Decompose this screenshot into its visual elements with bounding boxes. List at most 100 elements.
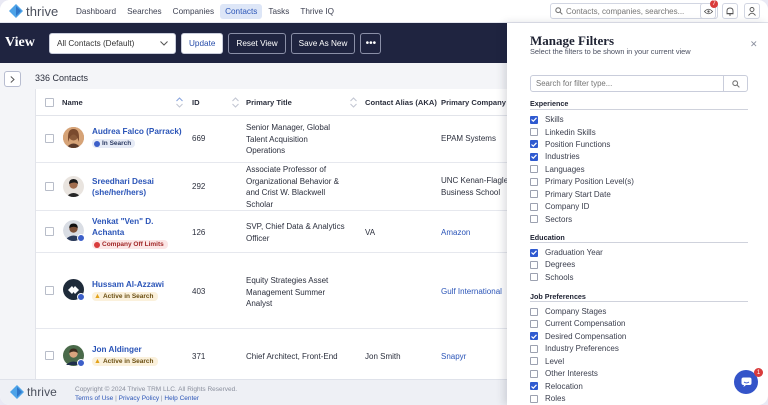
update-button[interactable]: Update (181, 32, 224, 54)
filter-option[interactable]: Company ID (530, 201, 589, 212)
contact-name-link[interactable]: Audrea Falco (Parrack) (92, 126, 187, 137)
more-options-button[interactable]: ••• (360, 32, 382, 54)
filter-option[interactable]: Skills (530, 114, 564, 125)
contact-name-link[interactable]: Jon Aldinger (92, 344, 187, 355)
reset-view-button[interactable]: Reset View (228, 32, 286, 54)
select-all-checkbox[interactable] (45, 89, 54, 116)
column-primary-company[interactable]: Primary Company (441, 89, 506, 116)
contact-name-cell: Sreedhari Desai (she/her/hers) (92, 176, 187, 198)
brand-logo[interactable]: thrive (9, 4, 67, 19)
row-checkbox[interactable] (45, 134, 54, 143)
filter-checkbox[interactable] (530, 357, 538, 366)
filter-checkbox[interactable] (530, 165, 538, 174)
table-row[interactable]: Hussam Al-Azzawi ▲ Active in Search 403 E… (36, 253, 507, 329)
row-checkbox[interactable] (45, 182, 54, 191)
filter-search-button[interactable] (723, 76, 747, 91)
contact-name-link[interactable]: Hussam Al-Azzawi (92, 279, 187, 290)
filter-option[interactable]: Roles (530, 393, 565, 404)
filter-search[interactable] (530, 75, 748, 92)
alerts-button[interactable] (722, 3, 738, 19)
filter-option[interactable]: Company Stages (530, 306, 606, 317)
column-id[interactable]: ID (192, 89, 200, 116)
table-row[interactable]: Jon Aldinger ▲ Active in Search 371 Chief… (36, 329, 507, 379)
filter-option[interactable]: Graduation Year (530, 247, 603, 258)
filter-option[interactable]: Schools (530, 272, 573, 283)
filter-option[interactable]: Degrees (530, 259, 575, 270)
nav-searches[interactable]: Searches (122, 4, 167, 19)
nav-dashboard[interactable]: Dashboard (71, 4, 121, 19)
filter-option[interactable]: Primary Position Level(s) (530, 176, 634, 187)
row-checkbox[interactable] (45, 227, 54, 236)
nav-companies[interactable]: Companies (168, 4, 219, 19)
nav-contacts[interactable]: Contacts (220, 3, 263, 19)
filter-checkbox[interactable] (530, 273, 538, 282)
filter-checkbox[interactable] (530, 190, 538, 199)
filter-option[interactable]: Desired Compensation (530, 331, 626, 342)
avatar (63, 279, 85, 301)
contact-company-link[interactable]: Snapyr (441, 351, 466, 363)
user-menu-button[interactable] (744, 3, 760, 19)
filter-option[interactable]: Linkedin Skills (530, 127, 596, 138)
column-contact-alias[interactable]: Contact Alias (AKA) (365, 89, 437, 116)
filter-checkbox[interactable] (530, 115, 538, 124)
global-search[interactable] (550, 3, 718, 19)
filter-checkbox[interactable] (530, 140, 538, 149)
filter-checkbox[interactable] (530, 248, 538, 257)
table-row[interactable]: Audrea Falco (Parrack) In Search 669 Sen… (36, 116, 507, 163)
filter-checkbox[interactable] (530, 382, 538, 391)
filter-search-input[interactable] (531, 76, 723, 91)
column-primary-title[interactable]: Primary Title (246, 89, 292, 116)
filter-checkbox[interactable] (530, 369, 538, 378)
filter-checkbox[interactable] (530, 128, 538, 136)
filter-option[interactable]: Industry Preferences (530, 343, 619, 354)
sort-icon[interactable] (232, 97, 239, 108)
filter-checkbox[interactable] (530, 215, 538, 224)
contact-company[interactable]: EPAM Systems (441, 133, 507, 145)
contact-company[interactable]: UNC Kenan-Flagle Business School (441, 175, 507, 199)
filter-option[interactable]: Primary Start Date (530, 189, 611, 200)
contact-company-link[interactable]: Amazon (441, 227, 470, 239)
column-name[interactable]: Name (62, 89, 83, 116)
filter-option[interactable]: Sectors (530, 214, 572, 225)
filter-option[interactable]: Level (530, 356, 564, 367)
chevron-right-icon (10, 75, 15, 83)
notifications-button[interactable]: 7 (700, 0, 718, 19)
contact-name-link[interactable]: Sreedhari Desai (she/her/hers) (92, 176, 187, 198)
table-row[interactable]: Venkat "Ven" D. Achanta Company Off Limi… (36, 211, 507, 253)
filter-option[interactable]: Languages (530, 164, 585, 175)
terms-link[interactable]: Terms of Use (75, 395, 113, 402)
filter-option[interactable]: Industries (530, 151, 580, 162)
save-as-new-button[interactable]: Save As New (290, 32, 356, 54)
help-center-link[interactable]: Help Center (164, 395, 199, 402)
view-select[interactable]: All Contacts (Default) (49, 32, 176, 54)
sort-icon[interactable] (350, 97, 357, 108)
contact-company-link[interactable]: Gulf International (441, 286, 502, 298)
sort-icon[interactable] (176, 97, 183, 108)
footer-brand-name: thrive (27, 385, 57, 399)
filter-checkbox[interactable] (530, 332, 538, 341)
row-checkbox[interactable] (45, 351, 54, 360)
filter-option[interactable]: Relocation (530, 381, 583, 392)
filter-option[interactable]: Current Compensation (530, 318, 625, 329)
filter-checkbox[interactable] (530, 202, 538, 211)
nav-tasks[interactable]: Tasks (263, 4, 294, 19)
filter-checkbox[interactable] (530, 177, 538, 186)
nav-thrive-iq[interactable]: Thrive IQ (295, 4, 339, 19)
filter-option[interactable]: Other Interests (530, 368, 598, 379)
filter-checkbox[interactable] (530, 319, 538, 328)
expand-sidebar-button[interactable] (4, 71, 21, 87)
filter-checkbox[interactable] (530, 152, 538, 161)
contact-id: 669 (192, 134, 206, 143)
global-search-input[interactable] (566, 6, 716, 16)
filter-checkbox[interactable] (530, 344, 538, 353)
filter-checkbox[interactable] (530, 260, 538, 269)
contact-name-link[interactable]: Venkat "Ven" D. Achanta (92, 216, 187, 238)
section-divider (530, 242, 748, 243)
filter-option[interactable]: Position Functions (530, 139, 610, 150)
table-row[interactable]: Sreedhari Desai (she/her/hers) 292 Assoc… (36, 163, 507, 211)
privacy-link[interactable]: Privacy Policy (119, 395, 159, 402)
row-checkbox[interactable] (45, 286, 54, 295)
close-icon[interactable]: ✕ (750, 39, 758, 50)
filter-checkbox[interactable] (530, 394, 538, 403)
filter-checkbox[interactable] (530, 307, 538, 316)
